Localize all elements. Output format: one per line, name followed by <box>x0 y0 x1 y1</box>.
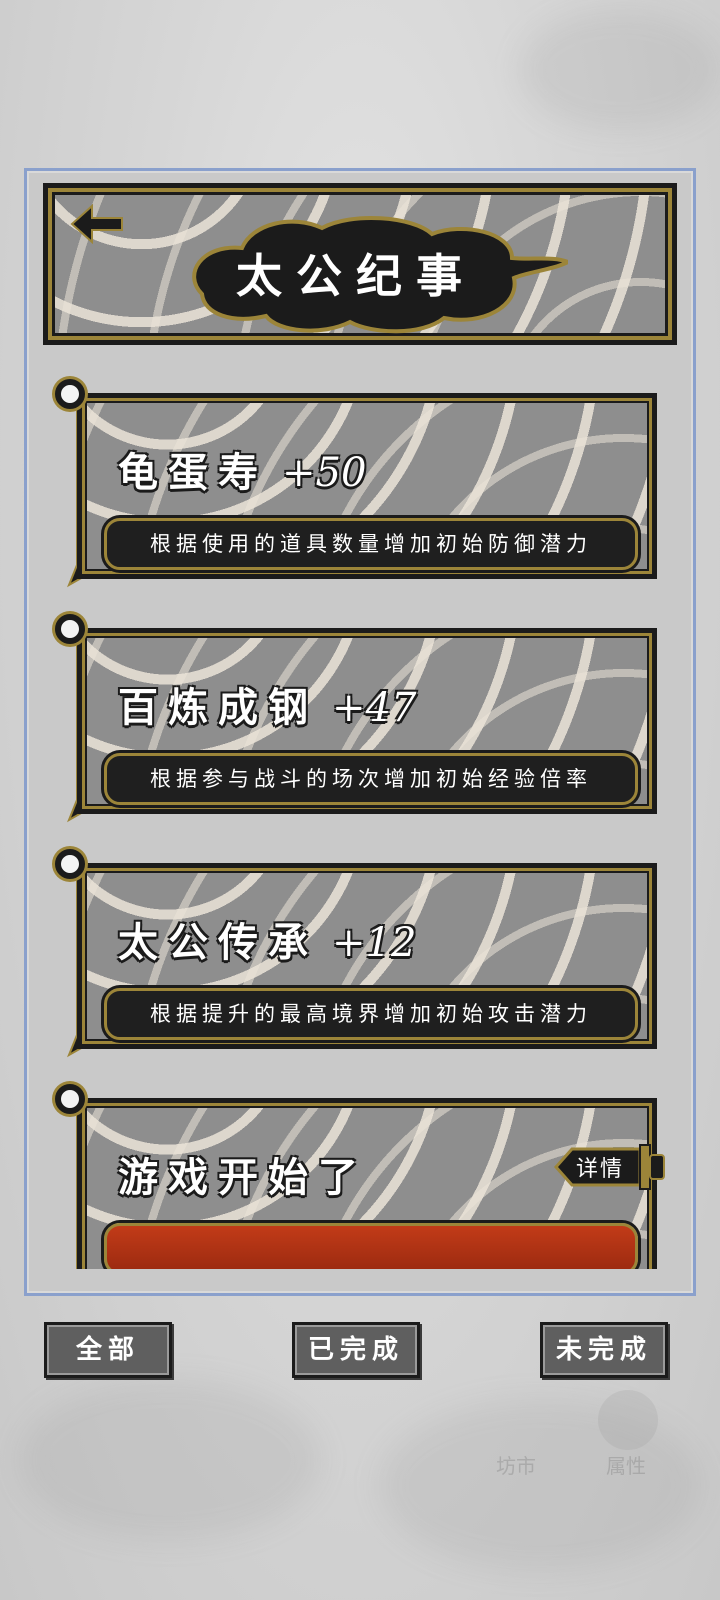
pin-icon <box>55 614 85 644</box>
achievement-description: 根据使用的道具数量增加初始防御潜力 <box>104 518 638 570</box>
filter-incomplete-button[interactable]: 未完成 <box>540 1322 668 1378</box>
achievement-title: 百炼成钢 +47 <box>118 675 416 733</box>
achievement-list[interactable]: 龟蛋寿 +50 根据使用的道具数量增加初始防御潜力 百炼成钢 +47 根据参与战斗的… <box>43 361 683 1269</box>
achievement-name: 太公传承 <box>118 919 318 966</box>
filter-all-button[interactable]: 全部 <box>44 1322 172 1378</box>
yin-yang-icon <box>598 1390 658 1450</box>
back-arrow-icon <box>70 203 123 245</box>
page-title: 太公纪事 <box>236 249 476 303</box>
achievement-name: 百炼成钢 <box>118 684 318 731</box>
detail-button[interactable]: 详情 <box>554 1141 666 1193</box>
filter-completed-button[interactable]: 已完成 <box>292 1322 420 1378</box>
nav-market-label[interactable]: 坊市 <box>496 1450 536 1479</box>
achievement-bonus: +12 <box>332 920 417 966</box>
ink-blot-decoration <box>20 1380 320 1540</box>
pin-icon <box>55 379 85 409</box>
achievement-card: 龟蛋寿 +50 根据使用的道具数量增加初始防御潜力 <box>55 379 667 588</box>
detail-label: 详情 <box>576 1157 625 1182</box>
achievement-name: 游戏开始了 <box>118 1154 368 1201</box>
achievement-name: 龟蛋寿 <box>118 449 268 496</box>
achievement-progress-bar <box>104 1223 638 1269</box>
panel-header: 太公纪事 <box>43 183 677 345</box>
achievement-card: 百炼成钢 +47 根据参与战斗的场次增加初始经验倍率 <box>55 614 667 823</box>
back-button[interactable] <box>68 202 126 248</box>
card-body: 太公传承 +12 根据提升的最高境界增加初始攻击潜力 <box>77 863 657 1049</box>
card-body: 龟蛋寿 +50 根据使用的道具数量增加初始防御潜力 <box>77 393 657 579</box>
ink-blot-decoration <box>520 10 720 130</box>
achievement-title: 游戏开始了 <box>118 1145 368 1203</box>
card-body: 游戏开始了 详情 <box>77 1098 665 1269</box>
achievement-description: 根据提升的最高境界增加初始攻击潜力 <box>104 988 638 1040</box>
pin-icon <box>55 849 85 879</box>
achievement-description: 根据参与战斗的场次增加初始经验倍率 <box>104 753 638 805</box>
achievement-bonus: +50 <box>282 450 367 496</box>
achievement-bonus: +47 <box>332 685 417 731</box>
achievement-panel: 太公纪事 龟蛋寿 +50 根据使用的道具数量增加初始防御潜力 百炼成钢 +47 根据… <box>24 168 696 1296</box>
pin-icon <box>55 1084 85 1114</box>
card-body: 百炼成钢 +47 根据参与战斗的场次增加初始经验倍率 <box>77 628 657 814</box>
achievement-title: 龟蛋寿 +50 <box>118 440 366 498</box>
achievement-card: 游戏开始了 详情 <box>55 1084 667 1269</box>
achievement-title: 太公传承 +12 <box>118 910 416 968</box>
achievement-card: 太公传承 +12 根据提升的最高境界增加初始攻击潜力 <box>55 849 667 1058</box>
nav-attributes-label[interactable]: 属性 <box>606 1450 646 1479</box>
